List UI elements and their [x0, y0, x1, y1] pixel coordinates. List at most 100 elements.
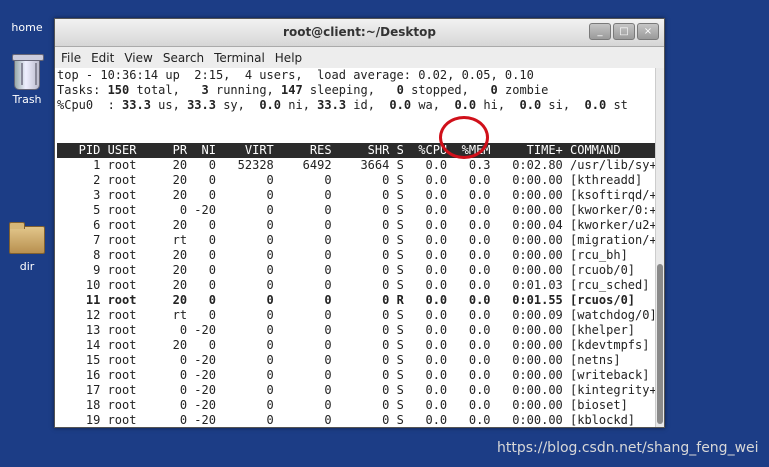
terminal-window[interactable]: root@client:~/Desktop _ □ × File Edit Vi… [54, 18, 665, 428]
cell-pr: 0 [136, 368, 188, 382]
cell-s: S [389, 398, 404, 412]
cell-pr: 20 [136, 293, 188, 307]
cell-time: 0:00.00 [490, 383, 563, 397]
cell-time: 0:00.00 [490, 173, 563, 187]
cell-cpu: 0.0 [403, 293, 448, 307]
terminal-scrollbar[interactable] [655, 68, 664, 427]
cell-pid: 18 [57, 398, 101, 412]
cell-res: 6492 [273, 158, 332, 172]
cell-cmd: [khelper] [562, 323, 636, 337]
mem-column-highlight-circle [439, 116, 489, 159]
maximize-button[interactable]: □ [613, 23, 635, 40]
desktop-icon-label: dir [19, 260, 35, 273]
cell-pr: 20 [136, 278, 188, 292]
cell-ni: 0 [187, 263, 216, 277]
cell-mem: 0.0 [447, 293, 491, 307]
desktop-icon-dir[interactable]: dir [2, 222, 52, 273]
cell-cmd: [rcuos/0] [562, 293, 636, 307]
cell-s: S [389, 173, 404, 187]
cell-cpu: 0.0 [403, 218, 448, 232]
menu-file[interactable]: File [61, 51, 81, 65]
cell-s: S [389, 263, 404, 277]
cell-user: root [100, 398, 137, 412]
menu-search[interactable]: Search [163, 51, 204, 65]
cell-res: 0 [273, 263, 332, 277]
cell-shr: 0 [331, 188, 390, 202]
cell-s: S [389, 158, 404, 172]
column-header-s: S [389, 143, 404, 157]
process-table-header: PID USER PR NI VIRT RES SHR S %CPU %MEM … [57, 143, 656, 158]
cell-res: 0 [273, 413, 332, 427]
cell-ni: 0 [187, 308, 216, 322]
cell-pr: 20 [136, 248, 188, 262]
cell-ni: -20 [187, 398, 216, 412]
cell-time: 0:01.03 [490, 278, 563, 292]
cell-ni: 0 [187, 173, 216, 187]
cell-ni: 0 [187, 248, 216, 262]
cell-ni: 0 [187, 233, 216, 247]
menu-view[interactable]: View [124, 51, 152, 65]
cell-mem: 0.0 [447, 233, 491, 247]
cell-cmd: [ksoftirqd/+ [562, 188, 656, 202]
cell-pr: 0 [136, 383, 188, 397]
cell-res: 0 [273, 233, 332, 247]
cell-cpu: 0.0 [403, 188, 448, 202]
cell-virt: 0 [215, 353, 274, 367]
menu-terminal[interactable]: Terminal [214, 51, 265, 65]
table-row: 3 root 20 0 0 0 0 S 0.0 0.0 0:00.00 [kso… [57, 188, 656, 203]
cell-s: S [389, 248, 404, 262]
cell-pid: 17 [57, 383, 101, 397]
cell-time: 0:00.00 [490, 188, 563, 202]
cell-cpu: 0.0 [403, 368, 448, 382]
cell-pr: 0 [136, 323, 188, 337]
cell-user: root [100, 338, 137, 352]
cell-user: root [100, 383, 137, 397]
cell-shr: 0 [331, 203, 390, 217]
cell-pid: 12 [57, 308, 101, 322]
cell-cmd: [kworker/u2+ [562, 218, 656, 232]
cell-res: 0 [273, 188, 332, 202]
cell-pid: 10 [57, 278, 101, 292]
minimize-button[interactable]: _ [589, 23, 611, 40]
cell-pid: 13 [57, 323, 101, 337]
cell-time: 0:02.80 [490, 158, 563, 172]
window-titlebar[interactable]: root@client:~/Desktop _ □ × [55, 19, 664, 47]
folder-icon [9, 222, 45, 254]
cell-virt: 0 [215, 398, 274, 412]
cell-shr: 0 [331, 383, 390, 397]
process-table-body: 1 root 20 0 52328 6492 3664 S 0.0 0.3 0:… [57, 158, 656, 427]
scrollbar-thumb[interactable] [657, 264, 663, 424]
cell-s: S [389, 368, 404, 382]
menu-edit[interactable]: Edit [91, 51, 114, 65]
desktop-icon-trash[interactable]: Trash [2, 54, 52, 106]
cell-virt: 0 [215, 293, 274, 307]
cell-res: 0 [273, 398, 332, 412]
cell-shr: 0 [331, 338, 390, 352]
desktop-icon-home[interactable]: home [2, 12, 52, 34]
cell-pr: 20 [136, 188, 188, 202]
cell-cpu: 0.0 [403, 338, 448, 352]
trash-icon [12, 54, 44, 90]
cell-user: root [100, 173, 137, 187]
menu-help[interactable]: Help [275, 51, 302, 65]
cell-time: 0:00.00 [490, 398, 563, 412]
cell-ni: -20 [187, 413, 216, 427]
cell-time: 0:00.00 [490, 233, 563, 247]
terminal-output[interactable]: top - 10:36:14 up 2:15, 4 users, load av… [55, 68, 656, 427]
cell-virt: 0 [215, 263, 274, 277]
cell-cmd: [kblockd] [562, 413, 636, 427]
cell-ni: -20 [187, 353, 216, 367]
close-button[interactable]: × [637, 23, 659, 40]
cell-cmd: /usr/lib/sy+ [562, 158, 656, 172]
cell-cpu: 0.0 [403, 173, 448, 187]
column-header-pr: PR [136, 143, 188, 157]
cell-s: S [389, 338, 404, 352]
cell-user: root [100, 248, 137, 262]
cell-shr: 0 [331, 263, 390, 277]
table-row: 15 root 0 -20 0 0 0 S 0.0 0.0 0:00.00 [n… [57, 353, 656, 368]
cell-virt: 0 [215, 383, 274, 397]
cell-ni: -20 [187, 368, 216, 382]
cell-mem: 0.0 [447, 203, 491, 217]
cell-cpu: 0.0 [403, 263, 448, 277]
cell-ni: 0 [187, 278, 216, 292]
